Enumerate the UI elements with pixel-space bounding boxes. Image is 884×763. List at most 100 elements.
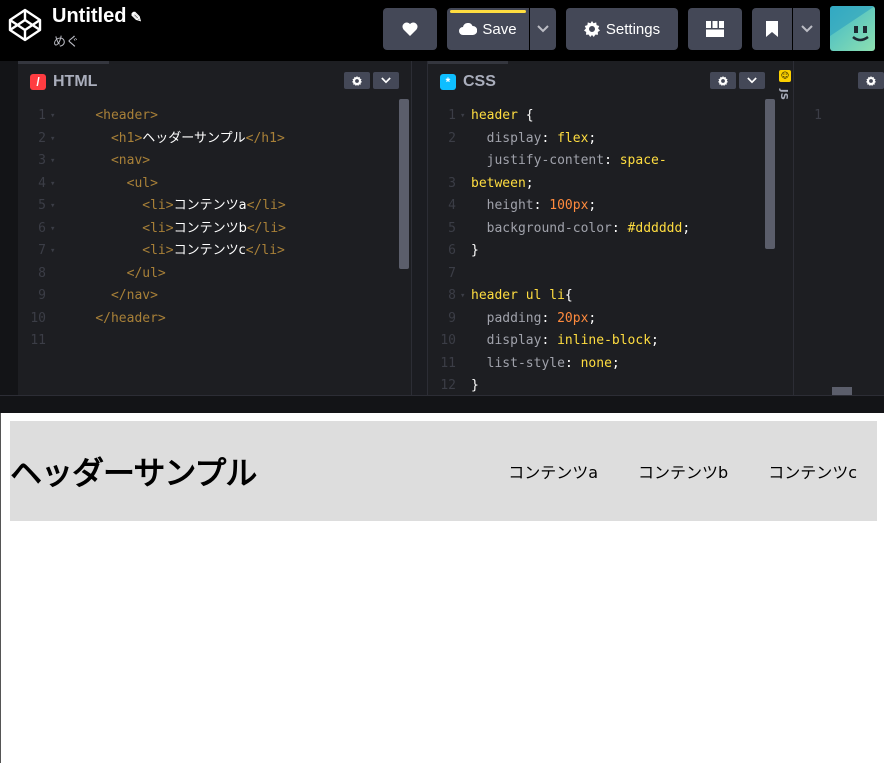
css-code[interactable]: 1 ▾ header {2 display: flex; justify-conte… — [428, 99, 776, 395]
code-text: list-style: none; — [471, 353, 620, 375]
token-punc: { — [517, 108, 534, 123]
chevron-down-icon — [747, 77, 757, 84]
user-avatar[interactable] — [830, 6, 875, 51]
tab-js[interactable]: ☺ JS — [776, 61, 794, 395]
token-val: inline-block — [557, 333, 652, 348]
code-text: } — [471, 240, 479, 262]
line-number: 8 — [38, 265, 46, 281]
token-punc: : — [541, 130, 558, 146]
tab-html[interactable]: / HTML — [18, 61, 110, 99]
fold-arrow-icon[interactable]: ▾ — [460, 105, 465, 127]
fold-arrow-icon[interactable]: ▾ — [50, 173, 55, 195]
code-text: height: 100px; — [471, 195, 597, 217]
token-tag: <nav> — [110, 153, 151, 168]
pen-author[interactable]: めぐ — [53, 31, 79, 50]
line-number: 3 — [38, 153, 46, 168]
html-options-button[interactable] — [373, 72, 399, 89]
token-tag: <li> — [142, 220, 174, 236]
gear-icon — [718, 75, 728, 86]
js-code[interactable]: 1 — [794, 99, 884, 395]
code-text: background-color: #dddddd; — [471, 218, 691, 240]
token-prop: justify-content — [486, 153, 605, 168]
bookmark-options-button[interactable] — [793, 8, 820, 50]
settings-button[interactable]: Settings — [566, 8, 678, 50]
html-icon: / — [30, 73, 46, 90]
preview-nav-item: コンテンツb — [638, 463, 729, 482]
pen-title[interactable]: Untitled ✎ — [52, 5, 142, 28]
editor-resize-handle[interactable] — [411, 61, 428, 395]
js-settings-button[interactable] — [858, 72, 884, 89]
result-preview: ヘッダーサンプル コンテンツa コンテンツb コンテンツc — [0, 413, 884, 763]
css-editor[interactable]: * CSS 1 ▾ header {2 display: flex; justify… — [428, 61, 776, 395]
code-text: <li>コンテンツc</li> — [64, 240, 285, 262]
gear-icon — [583, 21, 600, 37]
code-text: between; — [471, 173, 534, 195]
change-view-button[interactable] — [688, 8, 742, 50]
css-scrollbar[interactable] — [765, 99, 775, 249]
token-num: 100px — [549, 198, 589, 213]
fold-arrow-icon[interactable]: ▾ — [50, 195, 55, 217]
token-punc: ; — [588, 198, 597, 213]
bookmark-button[interactable] — [752, 8, 792, 50]
gear-icon — [866, 75, 876, 86]
token-tag: <ul> — [126, 175, 158, 191]
code-text: display: inline-block; — [471, 330, 659, 352]
css-icon: * — [440, 73, 456, 90]
line-number: 5 — [448, 220, 456, 236]
save-button[interactable]: Save — [447, 8, 529, 50]
fold-arrow-icon[interactable]: ▾ — [460, 285, 465, 307]
token-val: between — [471, 175, 526, 191]
css-options-button[interactable] — [739, 72, 765, 89]
token-tag: </li> — [246, 198, 286, 213]
token-tag: <header> — [95, 108, 158, 123]
js-scrollbar[interactable] — [832, 387, 852, 395]
token-val: space- — [619, 153, 667, 168]
token-sel: header — [471, 108, 518, 123]
fold-arrow-icon[interactable]: ▾ — [50, 150, 55, 172]
line-number: 6 — [448, 243, 456, 258]
preview-resize-handle[interactable] — [0, 395, 884, 413]
tab-css-label: CSS — [463, 72, 496, 90]
bookmark-icon — [766, 21, 778, 37]
tab-css[interactable]: * CSS — [428, 61, 508, 99]
code-text: </header> — [64, 308, 165, 330]
line-number: 5 — [38, 198, 46, 213]
token-txt: ヘッダーサンプル — [142, 130, 246, 146]
gear-icon — [352, 75, 362, 86]
js-icon: ☺ — [779, 70, 791, 82]
html-code[interactable]: 1 ▾ <header> 2 ▾ <h1>ヘッダーサンプル</h1> 3 ▾ <nav> 4… — [18, 99, 411, 395]
line-number: 11 — [30, 333, 46, 348]
preview-nav-item: コンテンツa — [508, 463, 599, 482]
codepen-logo-icon[interactable] — [8, 8, 42, 42]
token-tag: </ul> — [126, 265, 166, 281]
tab-js-label: JS — [778, 89, 789, 100]
editor-area: / HTML 1 ▾ <header> 2 ▾ <h1>ヘッダーサンプル</h1> 3 ▾… — [0, 61, 884, 395]
code-text: display: flex; — [471, 128, 597, 150]
line-number: 3 — [448, 175, 456, 191]
css-settings-button[interactable] — [710, 72, 736, 89]
love-button[interactable] — [383, 8, 437, 50]
code-text: <li>コンテンツb</li> — [64, 218, 286, 240]
html-editor[interactable]: / HTML 1 ▾ <header> 2 ▾ <h1>ヘッダーサンプル</h1> 3 ▾… — [18, 61, 411, 395]
code-text: header { — [471, 105, 534, 127]
fold-arrow-icon[interactable]: ▾ — [50, 240, 55, 262]
fold-arrow-icon[interactable]: ▾ — [50, 105, 55, 127]
token-prop: padding — [486, 310, 542, 326]
save-label: Save — [482, 20, 517, 38]
html-scrollbar[interactable] — [399, 99, 409, 269]
pencil-icon[interactable]: ✎ — [130, 9, 142, 25]
code-text: <ul> — [64, 173, 158, 195]
html-settings-button[interactable] — [344, 72, 370, 89]
code-text: <li>コンテンツa</li> — [64, 195, 286, 217]
save-options-button[interactable] — [530, 8, 556, 50]
token-punc: ; — [588, 310, 597, 326]
fold-arrow-icon[interactable]: ▾ — [50, 218, 55, 240]
code-text: <nav> — [64, 150, 150, 172]
token-prop: background-color — [486, 220, 612, 236]
fold-arrow-icon[interactable]: ▾ — [50, 128, 55, 150]
token-txt: コンテンツc — [173, 243, 246, 258]
token-punc: : — [564, 355, 581, 371]
js-editor[interactable]: ☺ JS 1 — [776, 61, 884, 395]
html-editor-header: / HTML — [18, 61, 411, 99]
editor-left-edge — [0, 61, 18, 395]
